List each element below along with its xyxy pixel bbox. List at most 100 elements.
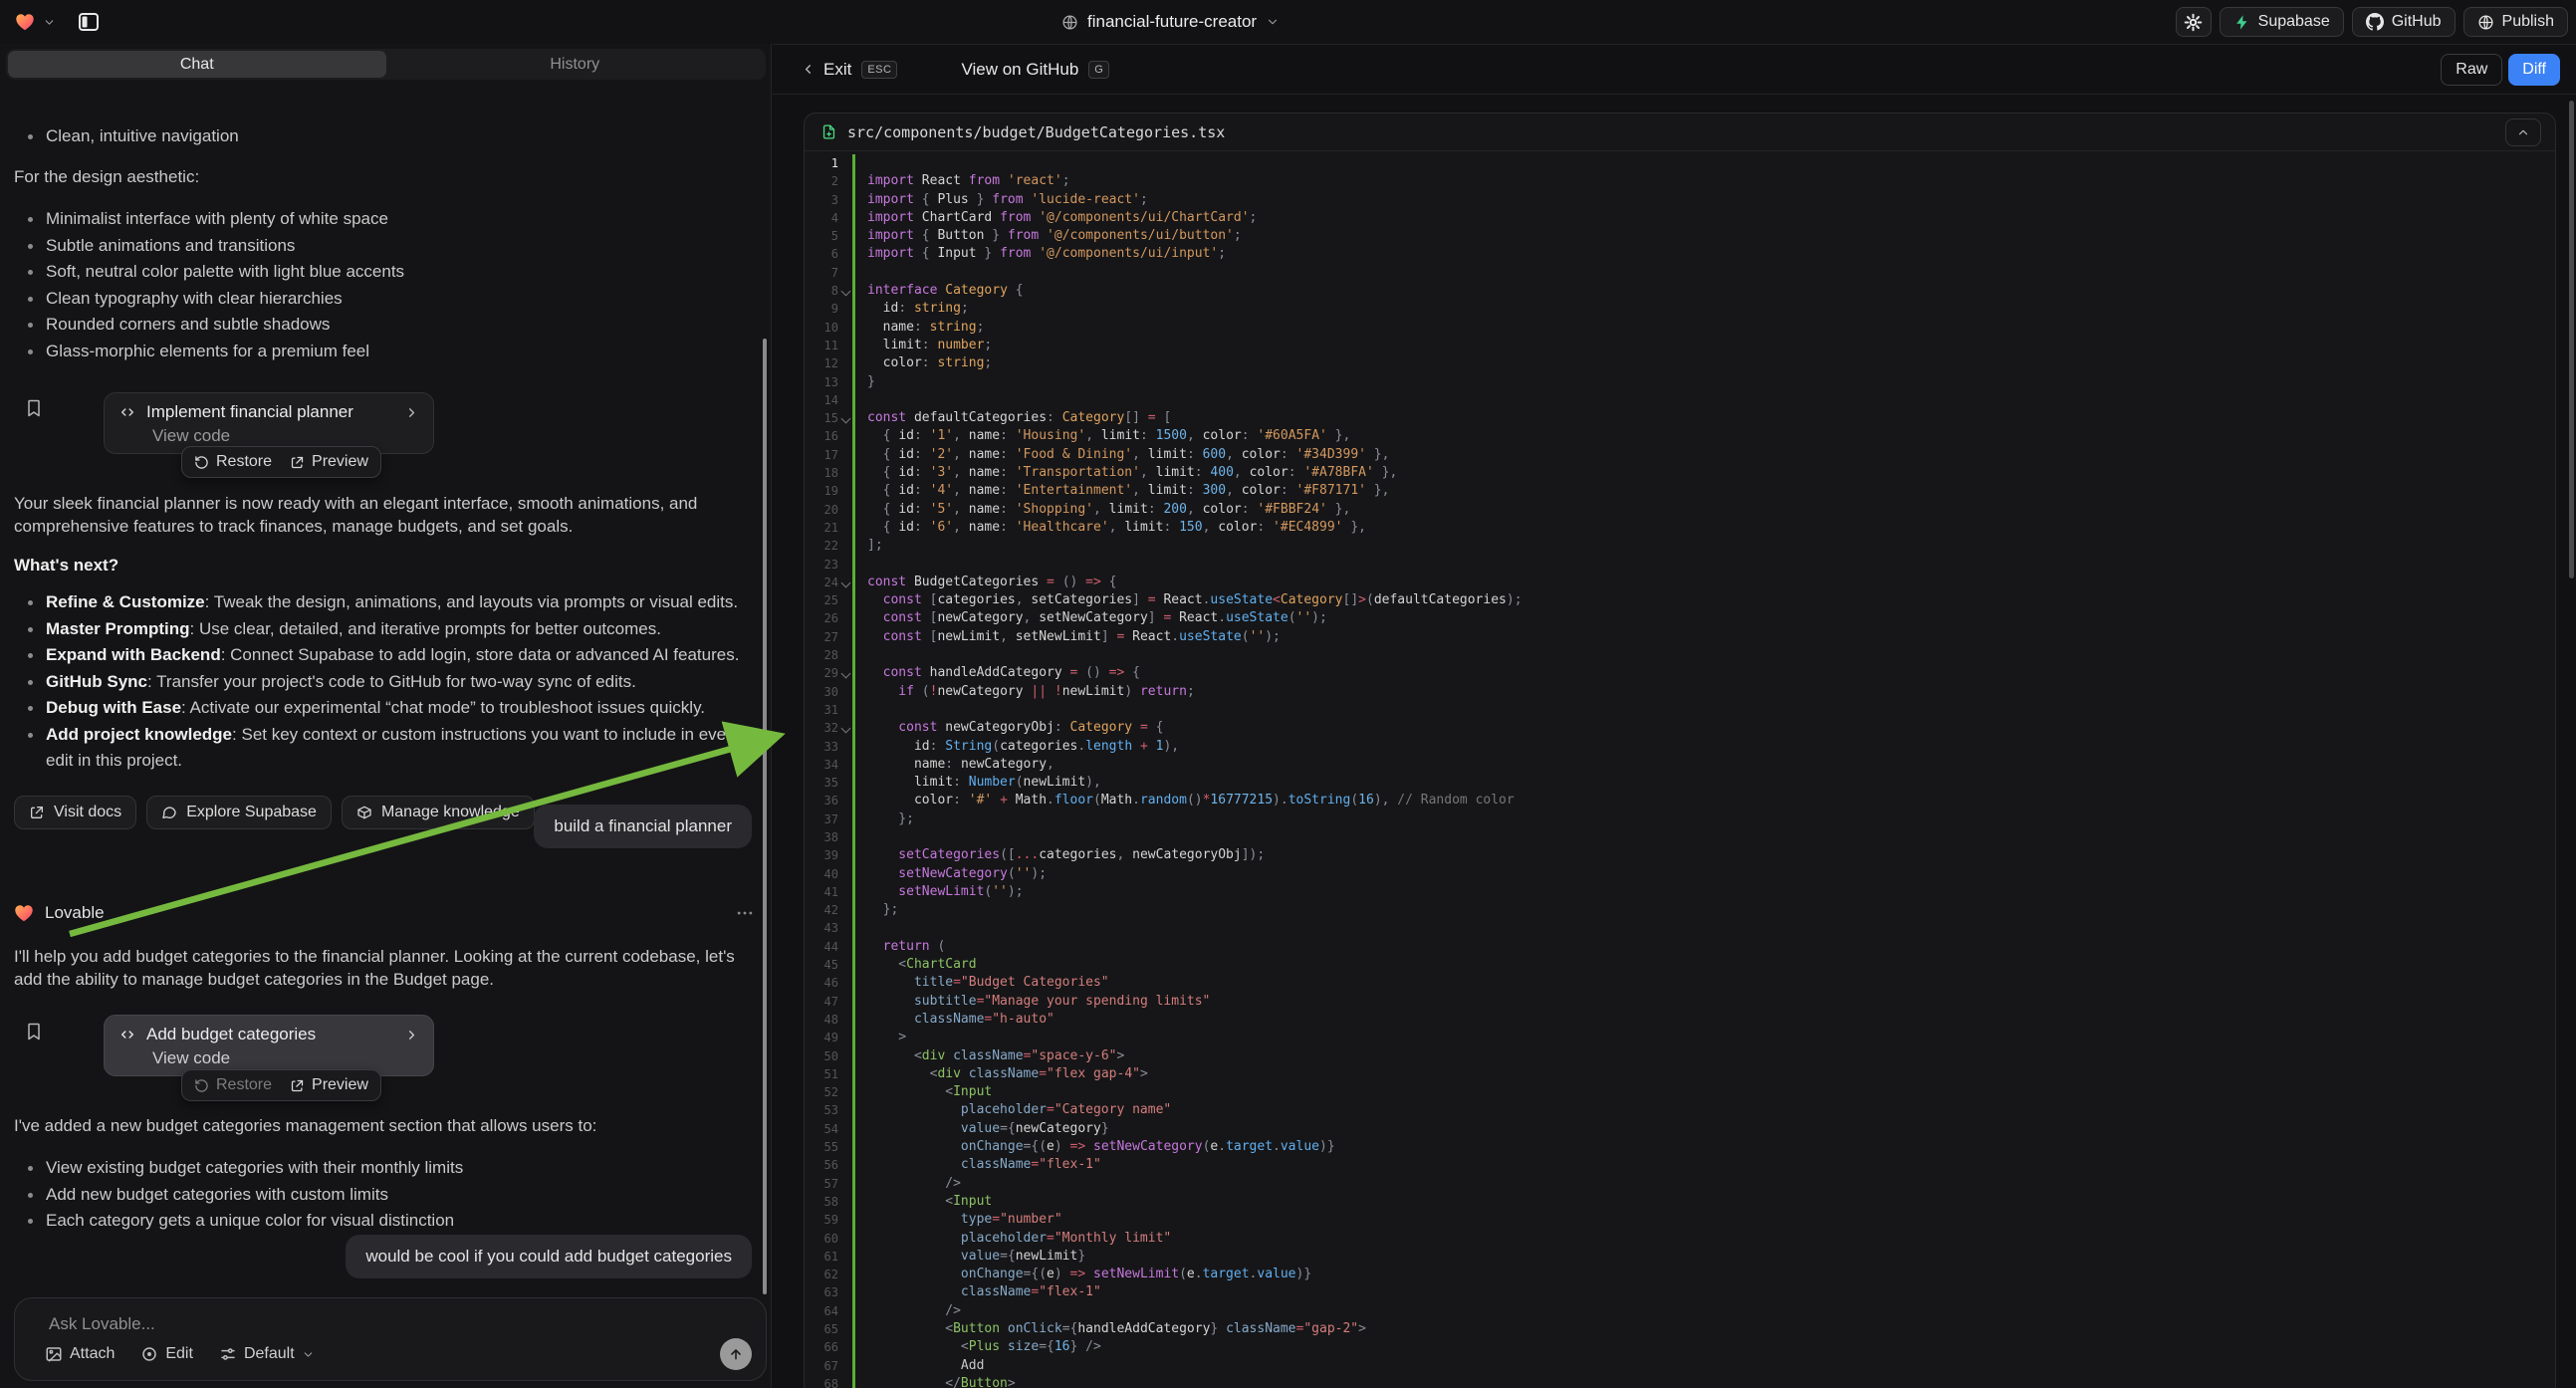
chat-scrollbar[interactable] — [763, 339, 767, 1294]
code-line: 42 }; — [805, 901, 2555, 919]
list-item: Master Prompting: Use clear, detailed, a… — [14, 616, 756, 643]
preview-button[interactable]: Preview — [290, 453, 368, 471]
lovable-heart-logo[interactable] — [14, 11, 36, 33]
code-line: 11 limit: number; — [805, 337, 2555, 354]
code-line: 30 if (!newCategory || !newLimit) return… — [805, 683, 2555, 701]
external-link-icon — [290, 455, 305, 470]
chevron-up-icon — [2516, 125, 2530, 139]
fold-chevron-icon — [838, 719, 852, 737]
settings-button[interactable] — [2176, 7, 2212, 37]
code-line: 49 > — [805, 1029, 2555, 1046]
gear-icon — [2184, 13, 2203, 32]
raw-toggle-button[interactable]: Raw — [2441, 54, 2502, 86]
code-line: 55 onChange={(e) => setNewCategory(e.tar… — [805, 1138, 2555, 1156]
code-line: 50 <div className="space-y-6"> — [805, 1047, 2555, 1065]
tab-chat[interactable]: Chat — [8, 51, 386, 78]
edit-mode-button[interactable]: Edit — [140, 1345, 193, 1363]
restore-icon — [194, 455, 209, 470]
whats-next-heading: What's next? — [14, 556, 756, 576]
chevron-down-icon — [1266, 15, 1280, 29]
diff-toggle-button[interactable]: Diff — [2508, 54, 2560, 86]
list-item: Clean typography with clear hierarchies — [14, 286, 756, 313]
code-line: 48 className="h-auto" — [805, 1011, 2555, 1029]
github-icon — [2366, 13, 2384, 31]
chevron-down-icon[interactable] — [43, 16, 56, 29]
bullet-list: Clean, intuitive navigation — [14, 123, 756, 150]
project-switcher[interactable]: financial-future-creator — [1061, 0, 1280, 44]
code-scrollbar[interactable] — [2569, 101, 2574, 578]
github-button[interactable]: GitHub — [2352, 7, 2456, 37]
manage-knowledge-button[interactable]: Manage knowledge — [342, 796, 535, 829]
preview-button[interactable]: Preview — [290, 1076, 368, 1094]
explore-supabase-button[interactable]: Explore Supabase — [146, 796, 332, 829]
code-line: 28 — [805, 646, 2555, 664]
chevron-down-icon — [302, 1348, 315, 1361]
code-line: 9 id: string; — [805, 300, 2555, 318]
code-line: 22]; — [805, 537, 2555, 555]
fold-chevron-icon — [838, 282, 852, 300]
list-item: Subtle animations and transitions — [14, 233, 756, 260]
fold-chevron-icon — [838, 664, 852, 682]
chat-history-tabs: Chat History — [6, 49, 766, 80]
added-features-list: View existing budget categories with the… — [14, 1155, 756, 1235]
list-item: Soft, neutral color palette with light b… — [14, 259, 756, 286]
package-icon — [356, 805, 372, 820]
code-line: 52 <Input — [805, 1083, 2555, 1101]
visit-docs-button[interactable]: Visit docs — [14, 796, 136, 829]
supabase-button[interactable]: Supabase — [2220, 7, 2344, 37]
list-item: Each category gets a unique color for vi… — [14, 1208, 756, 1235]
restore-preview-toolbar: Restore Preview — [181, 1069, 381, 1101]
code-line: 5import { Button } from '@/components/ui… — [805, 227, 2555, 245]
external-link-icon — [290, 1078, 305, 1093]
publish-button[interactable]: Publish — [2463, 7, 2568, 37]
chevron-right-icon — [404, 1028, 419, 1042]
file-path-row[interactable]: src/components/budget/BudgetCategories.t… — [805, 114, 2555, 151]
version-card-implement-financial-planner[interactable]: Implement financial planner View code — [104, 392, 434, 454]
code-line: 38 — [805, 828, 2555, 846]
view-on-github-button[interactable]: View on GitHub — [961, 60, 1078, 80]
chat-bubble-icon — [161, 805, 177, 820]
supabase-bolt-icon — [2233, 14, 2250, 31]
restore-button[interactable]: Restore — [194, 453, 272, 471]
model-selector[interactable]: Default — [219, 1345, 315, 1363]
code-line: 16 { id: '1', name: 'Housing', limit: 15… — [805, 427, 2555, 445]
chat-panel: Chat History Clean, intuitive navigation… — [0, 44, 772, 1388]
bookmark-icon[interactable] — [24, 1022, 44, 1041]
view-code-link[interactable]: View code — [152, 1048, 419, 1068]
bookmark-icon[interactable] — [24, 398, 44, 418]
code-line: 56 className="flex-1" — [805, 1156, 2555, 1174]
tab-history[interactable]: History — [386, 51, 765, 78]
collapse-file-button[interactable] — [2505, 118, 2541, 146]
more-options-icon[interactable] — [735, 903, 755, 923]
code-editor[interactable]: 12import React from 'react';3import { Pl… — [805, 151, 2555, 1388]
attach-button[interactable]: Attach — [45, 1345, 115, 1363]
code-line: 32 const newCategoryObj: Category = { — [805, 719, 2555, 737]
code-line: 57 /> — [805, 1175, 2555, 1193]
assistant-name: Lovable — [45, 903, 105, 923]
code-line: 18 { id: '3', name: 'Transportation', li… — [805, 464, 2555, 482]
code-line: 35 limit: Number(newLimit), — [805, 774, 2555, 792]
code-line: 63 className="flex-1" — [805, 1283, 2555, 1301]
code-view-header: Exit ESC View on GitHub G Raw Diff — [773, 45, 2576, 95]
view-code-link[interactable]: View code — [152, 426, 419, 446]
lovable-heart-icon — [13, 902, 35, 924]
code-line: 39 setCategories([...categories, newCate… — [805, 846, 2555, 864]
list-item: Expand with Backend: Connect Supabase to… — [14, 642, 756, 669]
composer-placeholder: Ask Lovable... — [49, 1314, 155, 1334]
chat-composer[interactable]: Ask Lovable... Attach Edit Default — [14, 1297, 767, 1381]
restore-button[interactable]: Restore — [194, 1076, 272, 1094]
arrow-up-icon — [728, 1346, 744, 1362]
send-button[interactable] — [720, 1338, 752, 1370]
version-card-add-budget-categories[interactable]: Add budget categories View code — [104, 1015, 434, 1076]
restore-icon — [194, 1078, 209, 1093]
list-item: Add new budget categories with custom li… — [14, 1182, 756, 1209]
list-item: Minimalist interface with plenty of whit… — [14, 206, 756, 233]
code-line: 45 <ChartCard — [805, 956, 2555, 974]
code-panel: Exit ESC View on GitHub G Raw Diff src/c… — [773, 44, 2576, 1388]
design-bullet-list: Minimalist interface with plenty of whit… — [14, 206, 756, 364]
code-line: 7 — [805, 264, 2555, 282]
exit-button[interactable]: Exit — [801, 60, 851, 80]
panel-toggle-icon[interactable] — [77, 10, 101, 34]
code-line: 60 placeholder="Monthly limit" — [805, 1230, 2555, 1248]
g-kbd-badge: G — [1088, 61, 1109, 79]
